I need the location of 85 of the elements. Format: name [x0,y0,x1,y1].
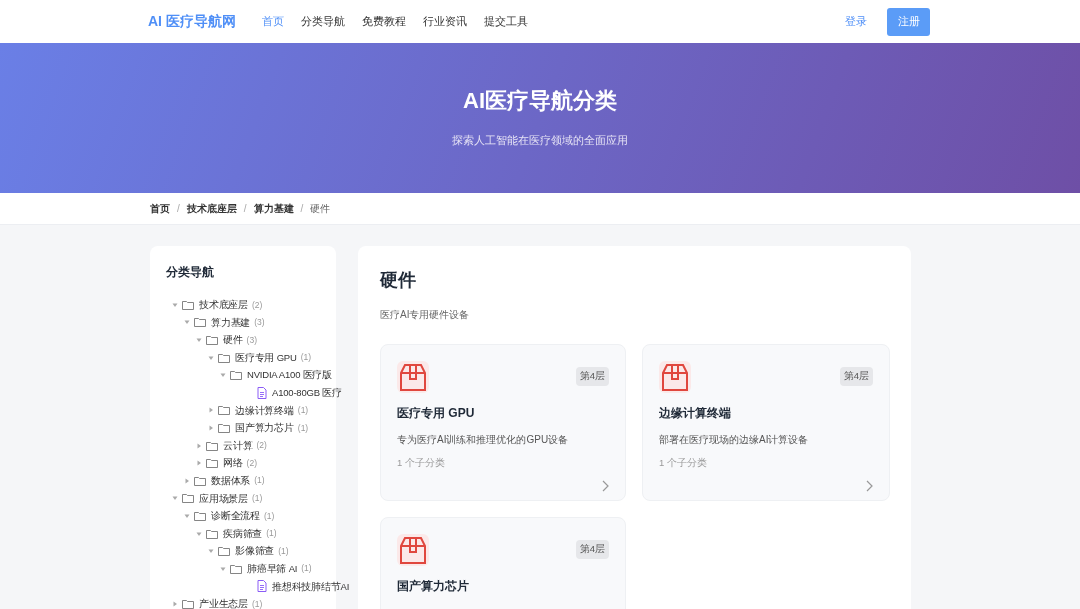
card-title: 医疗专用 GPU [397,405,476,422]
level-badge: 第4层 [575,540,609,559]
tree-item[interactable]: 国产算力芯片 [235,423,294,433]
folder-icon [194,475,206,486]
folder-icon [182,493,194,504]
folder-icon [218,352,230,363]
tree-item[interactable]: 医疗专用 GPU [235,352,297,363]
box-icon [397,361,429,393]
tree-item[interactable]: 网络 [223,458,243,468]
subcategory-count: 1 个子分类 [397,457,446,470]
breadcrumb-item[interactable]: 算力基建 [253,201,294,216]
item-count: (1) [266,529,277,538]
tree-item[interactable]: 算力基建 [211,317,251,328]
item-count: (1) [278,546,289,556]
folder-icon [218,546,230,557]
item-count: (2) [252,300,263,310]
breadcrumb-item[interactable]: 首页 [150,201,170,216]
card-description: 部署在医疗现场的边缘AI计算设备 [659,433,810,447]
item-count: (1) [297,406,309,415]
folder-icon [206,440,218,451]
nav-link[interactable]: 提交工具 [483,14,528,29]
folder-icon [194,317,206,328]
category-card[interactable]: 第4层 医疗专用 GPU 专为医疗AI训练和推理优化的GPU设备 1 个子分类 [380,344,626,501]
folder-icon [230,370,242,381]
level-badge: 第4层 [839,367,873,386]
tree-item[interactable]: 诊断全流程 [211,511,260,521]
category-card[interactable]: 第4层 边缘计算终端 部署在医疗现场的边缘AI计算设备 1 个子分类 [642,344,890,501]
document-icon [257,580,267,593]
tree-item[interactable]: 推想科技肺结节AI [272,581,350,592]
sidebar-title: 分类导航 [166,264,215,281]
category-card[interactable]: 第4层 国产算力芯片 [380,517,626,609]
nav-link[interactable]: 行业资讯 [422,14,467,29]
nav-link[interactable]: 免费教程 [361,14,406,29]
folder-icon [206,528,218,539]
item-count: (1) [252,494,263,503]
item-count: (2) [256,441,267,450]
item-count: (1) [300,353,312,362]
folder-icon [194,510,206,521]
box-icon [397,534,429,566]
tree-item[interactable]: A100-80GB 医疗 [272,388,342,398]
tree-item[interactable]: 应用场景层 [199,493,248,504]
tree-item[interactable]: 肺癌早筛 AI [247,563,298,574]
page-title: 硬件 [380,269,417,292]
item-count: (1) [252,599,263,609]
tree-item[interactable]: 技术底座层 [199,300,248,310]
folder-icon [182,598,194,609]
level-badge: 第4层 [575,367,609,386]
hero-title: AI医疗导航分类 [463,87,617,115]
chevron-right-icon [866,480,873,492]
breadcrumb-item: 硬件 [310,201,331,216]
tree-item[interactable]: 产业生态层 [199,599,248,609]
tree-item[interactable]: 数据体系 [211,476,251,486]
folder-icon [206,335,218,345]
folder-icon [230,563,242,574]
tree-item[interactable]: 边缘计算终端 [235,405,294,416]
folder-icon [218,405,230,416]
subcategory-count: 1 个子分类 [659,457,708,470]
breadcrumb-separator: / [177,203,180,214]
tree-item[interactable]: 云计算 [223,440,253,451]
item-count: (3) [254,318,265,327]
page-description: 医疗AI专用硬件设备 [380,308,471,322]
breadcrumb-item[interactable]: 技术底座层 [186,201,237,216]
item-count: (1) [297,423,309,433]
tree-item[interactable]: 疾病筛查 [223,528,263,539]
item-count: (2) [246,458,257,468]
card-title: 边缘计算终端 [659,405,732,422]
card-title: 国产算力芯片 [397,578,470,595]
hero-subtitle: 探索人工智能在医疗领域的全面应用 [452,133,628,148]
box-icon [659,361,691,393]
item-count: (1) [254,476,265,485]
breadcrumb-separator: / [300,203,304,214]
item-count: (1) [264,511,275,521]
folder-icon [182,299,194,310]
tree-item[interactable]: NVIDIA A100 医疗版 [247,370,333,380]
tree-item[interactable]: 硬件 [223,335,243,345]
card-description: 专为医疗AI训练和推理优化的GPU设备 [397,433,570,447]
folder-icon [218,422,230,433]
breadcrumb-separator: / [243,203,247,214]
nav-link[interactable]: 分类导航 [300,14,345,29]
folder-icon [206,458,218,469]
item-count: (3) [246,335,257,345]
tree-item[interactable]: 影像筛查 [235,546,275,556]
document-icon [257,386,267,399]
item-count: (1) [301,564,312,573]
chevron-right-icon [602,480,609,492]
